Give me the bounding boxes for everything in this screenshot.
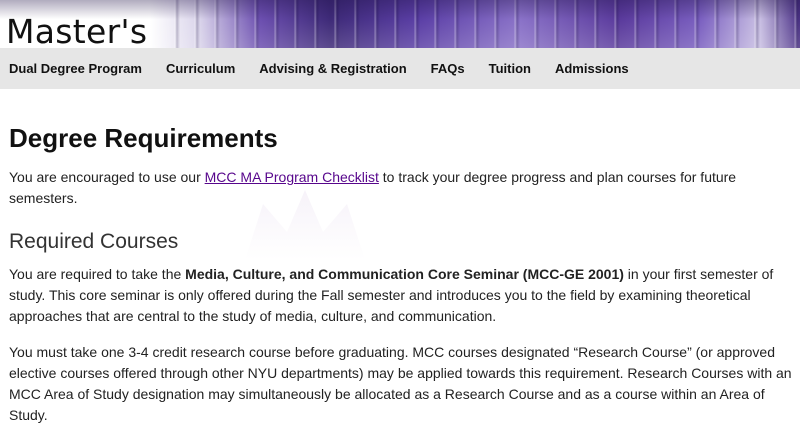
nav-item-admissions[interactable]: Admissions — [555, 61, 629, 76]
core-seminar-name: Media, Culture, and Communication Core S… — [185, 266, 624, 282]
section-heading-required-courses: Required Courses — [9, 230, 179, 253]
header-banner: Master's — [0, 0, 800, 48]
intro-paragraph: You are encouraged to use our MCC MA Pro… — [9, 169, 737, 206]
nav-item-advising[interactable]: Advising & Registration — [259, 61, 406, 76]
nav-item-tuition[interactable]: Tuition — [489, 61, 531, 76]
nav-item-faqs[interactable]: FAQs — [431, 61, 465, 76]
page-title: Degree Requirements — [9, 123, 278, 153]
main-nav: Dual Degree Program Curriculum Advising … — [0, 48, 800, 89]
nav-item-curriculum[interactable]: Curriculum — [166, 61, 235, 76]
checklist-link[interactable]: MCC MA Program Checklist — [205, 169, 379, 185]
nav-item-dual-degree[interactable]: Dual Degree Program — [9, 61, 142, 76]
site-title[interactable]: Master's — [6, 12, 147, 48]
research-course-paragraph: You must take one 3-4 credit research co… — [9, 344, 792, 423]
core-seminar-paragraph: You are required to take the Media, Cult… — [9, 266, 774, 324]
